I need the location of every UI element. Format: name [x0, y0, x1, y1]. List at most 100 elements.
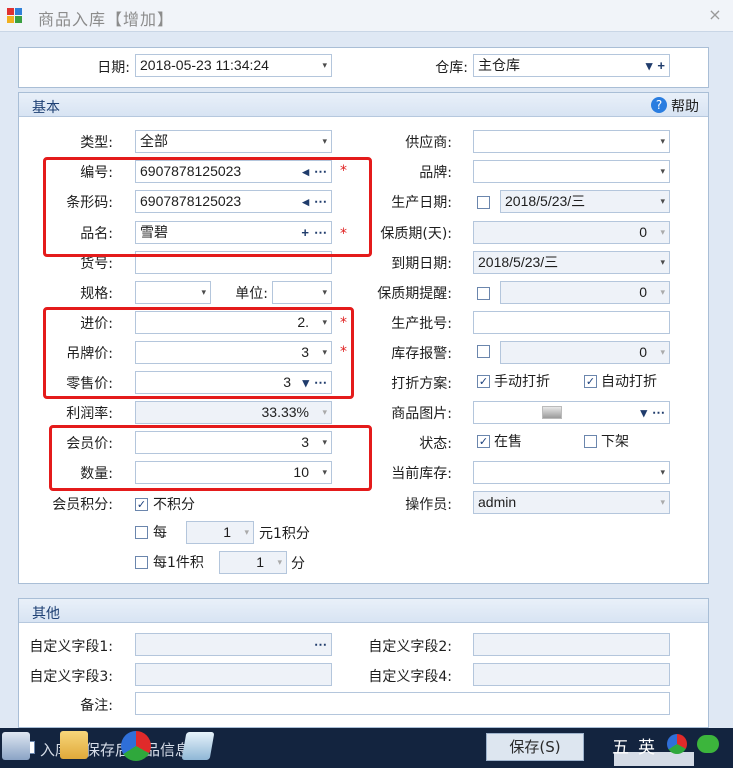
tag-price-input[interactable]: 3 ▾ — [135, 341, 332, 364]
warehouse-label: 仓库: — [435, 60, 468, 76]
barcode-input[interactable]: 6907878125023 ◂ ⋯ — [135, 190, 332, 213]
add-icon[interactable]: + — [657, 58, 666, 73]
current-stock-select[interactable]: ▾ — [473, 461, 670, 484]
mfg-date-picker[interactable]: 2018/5/23/三 ▾ — [500, 190, 670, 213]
manual-discount-checkbox[interactable]: ✓ — [477, 375, 490, 388]
chevron-down-icon[interactable]: ▾ — [302, 375, 310, 390]
folder-icon[interactable] — [60, 731, 88, 759]
mfg-date-checkbox[interactable] — [477, 196, 490, 209]
supplier-select[interactable]: ▾ — [473, 130, 670, 153]
custom-field-2-label: 自定义字段2: — [368, 639, 452, 655]
notes-icon[interactable] — [181, 732, 215, 760]
browser-icon[interactable] — [121, 731, 151, 761]
custom-field-1-input[interactable]: ⋯ — [135, 633, 332, 656]
browser-tray-icon[interactable] — [667, 734, 687, 754]
chevron-down-icon[interactable]: ▾ — [322, 342, 327, 363]
per-item-input[interactable]: 1 ▾ — [219, 551, 287, 574]
quantity-input[interactable]: 10 ▾ — [135, 461, 332, 484]
chevron-down-icon[interactable]: ▾ — [660, 161, 665, 182]
more-icon[interactable]: ⋯ — [652, 405, 666, 420]
unit-label: 单位: — [235, 286, 268, 302]
name-input[interactable]: 雪碧 + ⋯ — [135, 221, 332, 244]
retail-price-label: 零售价: — [66, 376, 113, 392]
remark-input[interactable] — [135, 692, 670, 715]
app-icon[interactable] — [2, 732, 30, 760]
close-icon[interactable]: × — [706, 6, 724, 24]
member-price-input[interactable]: 3 ▾ — [135, 431, 332, 454]
chevron-down-icon[interactable]: ▾ — [660, 462, 665, 483]
chevron-down-icon[interactable]: ▾ — [660, 282, 665, 303]
chevron-down-icon[interactable]: ▾ — [322, 462, 327, 483]
unit-select[interactable]: ▾ — [272, 281, 332, 304]
custom-field-3-label: 自定义字段3: — [29, 669, 113, 685]
more-icon[interactable]: ⋯ — [314, 194, 328, 209]
left-arrow-icon[interactable]: ◂ — [302, 194, 310, 209]
custom-field-3-input[interactable] — [135, 663, 332, 686]
auto-discount-checkbox[interactable]: ✓ — [584, 375, 597, 388]
no-points-checkbox[interactable]: ✓ — [135, 498, 148, 511]
basic-title: 基本 — [32, 100, 60, 116]
chevron-down-icon[interactable]: ▾ — [201, 282, 206, 303]
chevron-down-icon[interactable]: ▾ — [244, 522, 249, 543]
chevron-down-icon[interactable]: ▾ — [660, 342, 665, 363]
more-icon[interactable]: ⋯ — [314, 637, 328, 652]
custom-field-2-input[interactable] — [473, 633, 670, 656]
date-picker[interactable]: 2018-05-23 11:34:24 ▾ — [135, 54, 332, 77]
profit-label: 利润率: — [66, 406, 113, 422]
chevron-down-icon[interactable]: ▾ — [660, 191, 665, 212]
chevron-down-icon[interactable]: ▾ — [646, 58, 654, 73]
left-arrow-icon[interactable]: ◂ — [302, 164, 310, 179]
more-icon[interactable]: ⋯ — [314, 225, 328, 240]
every-amount-input[interactable]: 1 ▾ — [186, 521, 254, 544]
more-icon[interactable]: ⋯ — [314, 375, 328, 390]
image-select[interactable]: ▾ ⋯ — [473, 401, 670, 424]
wechat-icon[interactable] — [697, 735, 719, 753]
chevron-down-icon[interactable]: ▾ — [277, 552, 282, 573]
per-item-checkbox[interactable] — [135, 556, 148, 569]
chevron-down-icon[interactable]: ▾ — [322, 312, 327, 333]
stock-alert-checkbox[interactable] — [477, 345, 490, 358]
chevron-down-icon[interactable]: ▾ — [322, 432, 327, 453]
batch-input[interactable] — [473, 311, 670, 334]
help-link[interactable]: 帮助 — [671, 96, 699, 116]
ime-indicator[interactable]: 五 — [612, 733, 629, 758]
chevron-down-icon[interactable]: ▾ — [640, 405, 648, 420]
basic-header — [19, 93, 708, 117]
chevron-down-icon[interactable]: ▾ — [322, 131, 327, 152]
operator-select[interactable]: admin ▾ — [473, 491, 670, 514]
type-select[interactable]: 全部 ▾ — [135, 130, 332, 153]
mfg-date-label: 生产日期: — [391, 195, 452, 211]
custom-field-4-label: 自定义字段4: — [368, 669, 452, 685]
off-shelf-checkbox[interactable] — [584, 435, 597, 448]
stock-alert-input[interactable]: 0 ▾ — [500, 341, 670, 364]
image-label: 商品图片: — [391, 406, 452, 422]
code-input[interactable]: 6907878125023 ◂ ⋯ — [135, 160, 332, 183]
chevron-down-icon[interactable]: ▾ — [660, 252, 665, 273]
every-amount-checkbox[interactable] — [135, 526, 148, 539]
help-icon[interactable]: ? — [651, 97, 667, 113]
save-button[interactable]: 保存(S) — [486, 733, 584, 761]
on-sale-checkbox[interactable]: ✓ — [477, 435, 490, 448]
warehouse-select[interactable]: 主仓库 ▾ + — [473, 54, 670, 77]
expiry-date-picker[interactable]: 2018/5/23/三 ▾ — [473, 251, 670, 274]
itemno-input[interactable] — [135, 251, 332, 274]
shelf-remind-label: 保质期提醒: — [377, 286, 452, 302]
add-icon[interactable]: + — [301, 225, 310, 240]
spec-select[interactable]: ▾ — [135, 281, 211, 304]
purchase-price-input[interactable]: 2. ▾ — [135, 311, 332, 334]
chevron-down-icon[interactable]: ▾ — [660, 222, 665, 243]
chevron-down-icon[interactable]: ▾ — [660, 492, 665, 513]
shelf-life-input[interactable]: 0 ▾ — [473, 221, 670, 244]
brand-select[interactable]: ▾ — [473, 160, 670, 183]
shelf-remind-input[interactable]: 0 ▾ — [500, 281, 670, 304]
chevron-down-icon[interactable]: ▾ — [322, 55, 327, 76]
shelf-remind-checkbox[interactable] — [477, 287, 490, 300]
more-icon[interactable]: ⋯ — [314, 164, 328, 179]
chevron-down-icon[interactable]: ▾ — [660, 131, 665, 152]
shelf-life-label: 保质期(天): — [380, 226, 452, 242]
chevron-down-icon[interactable]: ▾ — [322, 282, 327, 303]
retail-price-input[interactable]: 3 ▾ ⋯ — [135, 371, 332, 394]
custom-field-4-input[interactable] — [473, 663, 670, 686]
no-points-text: 不积分 — [153, 497, 195, 513]
language-indicator[interactable]: 英 — [638, 733, 655, 758]
